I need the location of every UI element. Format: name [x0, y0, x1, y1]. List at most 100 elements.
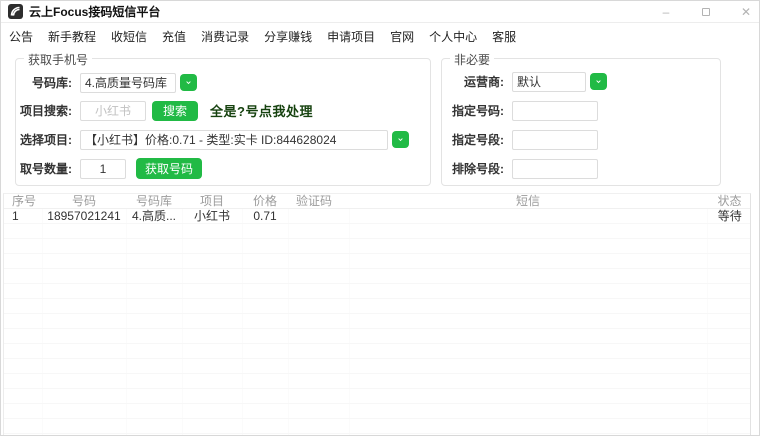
pool-dropdown-button[interactable]	[180, 74, 197, 91]
project-select-row: 选择项目: 【小红书】价格:0.71 - 类型:实卡 ID:844628024	[16, 129, 424, 150]
table-cell: 4.高质...	[126, 209, 182, 224]
empty-cell	[4, 254, 42, 269]
empty-cell	[349, 389, 707, 404]
project-select[interactable]: 【小红书】价格:0.71 - 类型:实卡 ID:844628024	[80, 130, 388, 150]
empty-cell	[126, 419, 182, 434]
empty-cell	[42, 374, 126, 389]
search-hint-text[interactable]: 全是?号点我处理	[210, 101, 313, 120]
empty-cell	[182, 344, 242, 359]
empty-cell	[126, 284, 182, 299]
menu-item-1[interactable]: 新手教程	[48, 28, 96, 45]
maximize-button[interactable]	[699, 5, 713, 19]
menu-item-4[interactable]: 消费记录	[201, 28, 249, 45]
empty-cell	[182, 269, 242, 284]
exclude-segment-input[interactable]	[512, 159, 598, 179]
menu-item-5[interactable]: 分享赚钱	[264, 28, 312, 45]
pool-select[interactable]: 4.高质量号码库	[80, 73, 176, 93]
empty-cell	[349, 269, 707, 284]
empty-cell	[349, 239, 707, 254]
empty-cell	[707, 374, 751, 389]
specify-segment-label: 指定号段:	[442, 131, 504, 148]
empty-cell	[126, 314, 182, 329]
specify-segment-input[interactable]	[512, 130, 598, 150]
quantity-input[interactable]	[80, 159, 126, 179]
empty-cell	[182, 404, 242, 419]
empty-cell	[42, 239, 126, 254]
menu-item-7[interactable]: 官网	[390, 28, 414, 45]
empty-cell	[42, 359, 126, 374]
carrier-label: 运营商:	[442, 73, 504, 90]
empty-cell	[126, 359, 182, 374]
search-button[interactable]: 搜索	[152, 101, 198, 121]
empty-cell	[242, 254, 288, 269]
chevron-down-icon	[398, 137, 403, 142]
minimize-button[interactable]: –	[659, 5, 673, 19]
empty-cell	[288, 314, 349, 329]
empty-cell	[126, 254, 182, 269]
project-dropdown-button[interactable]	[392, 131, 409, 148]
close-button[interactable]: ✕	[739, 5, 753, 19]
empty-cell	[242, 314, 288, 329]
project-search-input[interactable]	[80, 101, 146, 121]
empty-row	[4, 224, 751, 239]
empty-cell	[707, 329, 751, 344]
column-header: 序号	[4, 194, 42, 209]
empty-cell	[182, 224, 242, 239]
menu-bar: 公告新手教程收短信充值消费记录分享赚钱申请项目官网个人中心客服	[1, 24, 759, 48]
empty-row	[4, 254, 751, 269]
empty-cell	[349, 374, 707, 389]
empty-cell	[288, 329, 349, 344]
empty-cell	[42, 269, 126, 284]
title-bar: 云上Focus接码短信平台 – ✕	[1, 1, 759, 23]
empty-cell	[288, 359, 349, 374]
empty-cell	[4, 344, 42, 359]
empty-cell	[707, 314, 751, 329]
empty-cell	[349, 344, 707, 359]
empty-cell	[42, 299, 126, 314]
empty-cell	[707, 239, 751, 254]
table-cell: 等待	[707, 209, 751, 224]
carrier-select[interactable]: 默认	[512, 72, 586, 92]
empty-cell	[707, 299, 751, 314]
empty-cell	[4, 314, 42, 329]
empty-cell	[242, 269, 288, 284]
table-row[interactable]: 1189570212414.高质...小红书0.71等待	[4, 209, 751, 224]
empty-cell	[707, 269, 751, 284]
get-phone-panel-title: 获取手机号	[24, 51, 92, 68]
empty-cell	[126, 404, 182, 419]
project-search-label: 项目搜索:	[16, 102, 72, 119]
empty-cell	[182, 389, 242, 404]
empty-row	[4, 314, 751, 329]
empty-cell	[707, 344, 751, 359]
get-number-button[interactable]: 获取号码	[136, 158, 202, 179]
empty-cell	[349, 224, 707, 239]
menu-item-0[interactable]: 公告	[9, 28, 33, 45]
empty-cell	[349, 419, 707, 434]
empty-cell	[242, 404, 288, 419]
window-controls: – ✕	[659, 1, 753, 23]
empty-cell	[707, 419, 751, 434]
empty-cell	[4, 359, 42, 374]
pool-label: 号码库:	[16, 74, 72, 91]
table-cell	[288, 209, 349, 224]
empty-row	[4, 359, 751, 374]
empty-cell	[4, 329, 42, 344]
empty-cell	[349, 404, 707, 419]
specify-number-input[interactable]	[512, 101, 598, 121]
specify-number-row: 指定号码:	[442, 100, 714, 121]
empty-cell	[242, 419, 288, 434]
menu-item-2[interactable]: 收短信	[111, 28, 147, 45]
empty-cell	[707, 404, 751, 419]
empty-cell	[42, 419, 126, 434]
empty-cell	[4, 269, 42, 284]
menu-item-6[interactable]: 申请项目	[327, 28, 375, 45]
maximize-icon	[702, 8, 710, 16]
menu-item-3[interactable]: 充值	[162, 28, 186, 45]
menu-item-9[interactable]: 客服	[492, 28, 516, 45]
carrier-dropdown-button[interactable]	[590, 73, 607, 90]
column-header: 验证码	[288, 194, 349, 209]
empty-cell	[42, 404, 126, 419]
empty-cell	[42, 314, 126, 329]
app-logo-icon	[8, 4, 23, 19]
menu-item-8[interactable]: 个人中心	[429, 28, 477, 45]
